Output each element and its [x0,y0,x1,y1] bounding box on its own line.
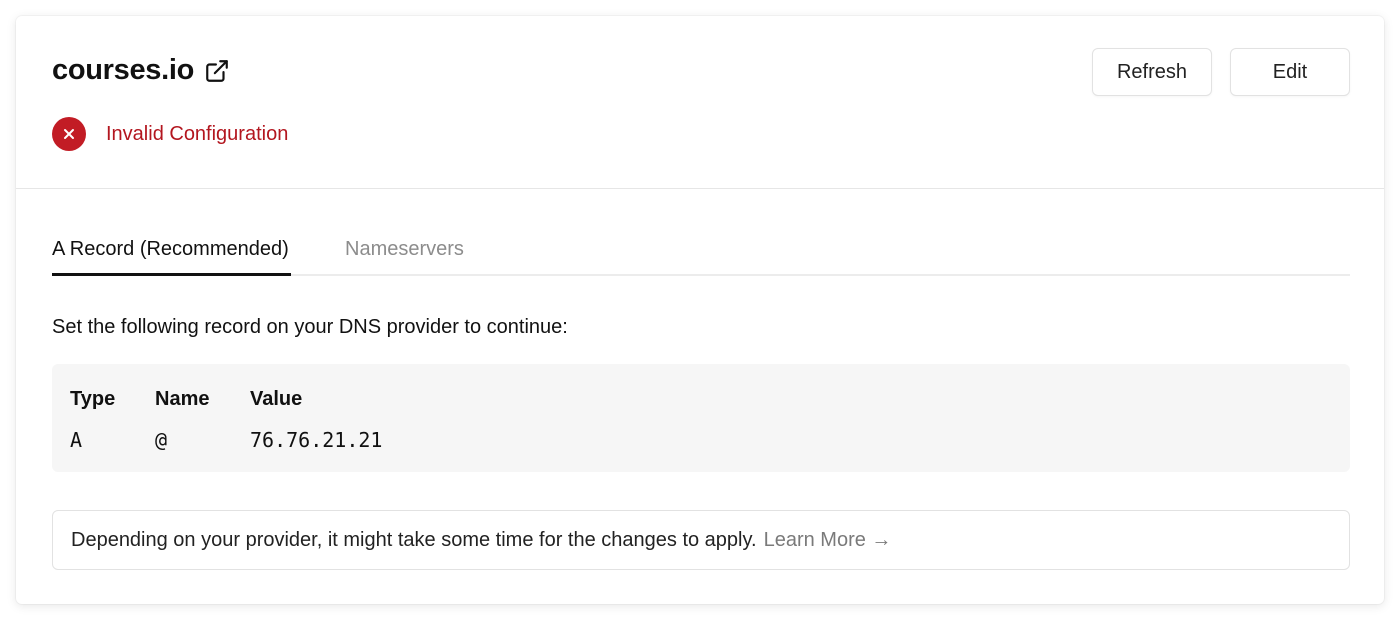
column-header-value: Value [250,388,303,410]
external-link-icon[interactable] [204,58,230,84]
record-tabs: A Record (Recommended) Nameservers [52,234,1350,276]
tab-a-record[interactable]: A Record (Recommended) [52,238,291,276]
domain-title: courses.io [52,54,230,87]
tab-nameservers[interactable]: Nameservers [345,238,464,274]
dns-record-table: Type Name Value A @ 76.76.21.21 [52,364,1350,472]
record-value-value[interactable]: 76.76.21.21 [250,428,382,452]
propagation-notice: Depending on your provider, it might tak… [52,510,1350,570]
domain-card: courses.io Invalid Configuration Refresh… [16,16,1384,604]
learn-more-link[interactable]: Learn More → [764,529,892,552]
domain-name: courses.io [52,54,195,86]
configuration-status: Invalid Configuration [52,117,288,151]
error-x-icon [52,117,86,151]
refresh-button[interactable]: Refresh [1092,48,1212,96]
record-name-value: @ [155,428,168,452]
instruction-text: Set the following record on your DNS pro… [52,316,568,338]
record-type-value: A [70,428,83,452]
column-header-name: Name [155,388,210,410]
notice-text: Depending on your provider, it might tak… [71,528,757,551]
edit-button[interactable]: Edit [1230,48,1350,96]
domain-header: courses.io Invalid Configuration Refresh… [16,16,1384,189]
column-header-type: Type [70,388,116,410]
status-label: Invalid Configuration [106,122,289,145]
